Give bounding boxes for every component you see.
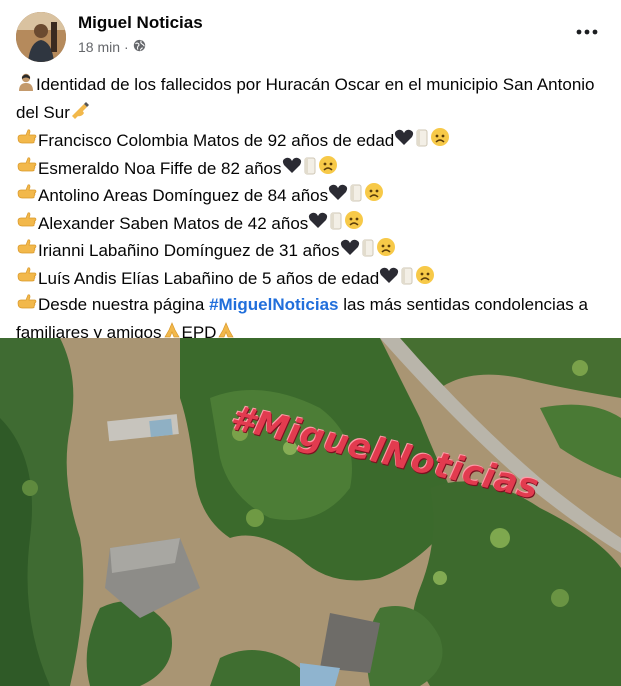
author-name[interactable]: Miguel Noticias [78,13,203,33]
black-heart-icon [379,266,399,292]
victim-name: Antolino Areas Domínguez de 84 años [38,186,329,205]
hashtag-link[interactable]: #MiguelNoticias [209,295,338,314]
victim-line-1: Francisco Colombia Matos de 92 años de e… [16,127,608,155]
victim-line-5: Irianni Labañino Domínguez de 31 años [16,237,608,265]
pointing-hand-icon [16,292,38,320]
sad-face-icon [344,210,364,238]
victim-line-2: Esmeraldo Noa Fiffe de 82 años [16,155,608,183]
candle-icon [360,237,376,265]
pointing-hand-icon [16,182,38,210]
post-text: Identidad de los fallecidos por Huracán … [16,72,608,347]
more-options-icon[interactable] [571,20,603,44]
black-heart-icon [394,128,414,154]
victim-name: Luís Andis Elías Labañino de 5 años de e… [38,268,380,288]
black-heart-icon [308,211,328,237]
victim-name: Esmeraldo Noa Fiffe de 82 años [38,158,282,178]
post-intro-line: Identidad de los fallecidos por Huracán … [16,72,608,127]
sad-face-icon [415,265,435,293]
candle-icon [399,265,415,293]
sad-face-icon [430,127,450,155]
pointing-hand-icon [16,237,38,265]
candle-icon [414,127,430,155]
aerial-flood-photo[interactable] [0,338,621,686]
post-meta: 18 min · [78,39,146,55]
victim-name: Alexander Saben Matos de 42 años [38,213,309,233]
victim-name: Irianni Labañino Domínguez de 31 años [38,241,340,260]
black-heart-icon [340,238,360,264]
victim-name: Francisco Colombia Matos de 92 años de e… [38,131,395,150]
sad-face-icon [376,237,396,265]
globe-icon [133,39,146,55]
candle-icon [348,182,364,210]
pointing-hand-icon [16,210,38,238]
victim-line-6: Luís Andis Elías Labañino de 5 años de e… [16,265,608,293]
meta-separator: · [124,39,129,55]
pointing-hand-icon [16,127,38,155]
pointing-hand-icon [16,265,38,293]
victim-line-3: Antolino Areas Domínguez de 84 años [16,182,608,210]
photo-scene [0,338,621,686]
sad-face-icon [364,182,384,210]
pointing-hand-icon [16,155,38,183]
black-heart-icon [328,183,348,209]
candle-icon [302,155,318,183]
post-header: Miguel Noticias 18 min · [0,0,621,70]
victim-line-4: Alexander Saben Matos de 42 años [16,210,608,238]
black-heart-icon [282,156,302,182]
sad-face-icon [318,155,338,183]
author-avatar[interactable] [16,12,66,62]
candle-icon [328,210,344,238]
post-time[interactable]: 18 min [78,39,120,55]
closing-text-a: Desde nuestra página [38,295,210,315]
writing-hand-icon [70,100,92,128]
person-silhouette-icon [16,72,36,100]
intro-text: Identidad de los fallecidos por Huracán … [16,75,595,122]
